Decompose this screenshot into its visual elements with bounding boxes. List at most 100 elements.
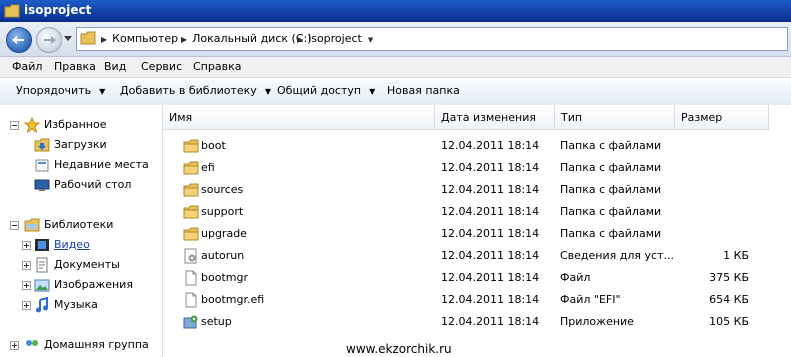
file-type: Папка с файлами [560, 205, 662, 218]
column-header-size[interactable]: Размер [675, 105, 769, 130]
add-to-library-button[interactable]: Добавить в библиотеку ▼ [120, 84, 271, 97]
watermark-text: www.ekzorchik.ru [346, 342, 452, 356]
menu-edit[interactable]: Правка [54, 60, 96, 73]
desktop-icon [34, 179, 50, 191]
file-date: 12.04.2011 18:14 [441, 249, 540, 262]
chevron-down-icon: ▼ [99, 87, 106, 96]
arrow-left-icon [12, 36, 24, 44]
file-date: 12.04.2011 18:14 [441, 293, 540, 306]
navigation-pane: Избранное Загрузки Недавние места Рабочи… [0, 105, 163, 357]
file-row[interactable]: bootmgr 12.04.2011 18:14 Файл 375 КБ [163, 267, 791, 289]
star-icon [24, 117, 40, 133]
file-type: Папка с файлами [560, 183, 662, 196]
homegroup-icon [26, 340, 38, 346]
arrow-right-icon [44, 36, 56, 44]
breadcrumb-isoproject[interactable]: ▶ isoproject ▼ [297, 32, 378, 45]
expand-homegroup-toggle[interactable] [10, 341, 19, 350]
file-icon [183, 292, 199, 311]
documents-library-icon [36, 257, 48, 273]
share-with-button[interactable]: Общий доступ ▼ [277, 84, 375, 97]
file-date: 12.04.2011 18:14 [441, 161, 540, 174]
chevron-right-icon: ▶ [297, 35, 304, 44]
file-row[interactable]: efi 12.04.2011 18:14 Папка с файлами [163, 157, 791, 179]
expand-video-toggle[interactable] [22, 241, 31, 250]
column-header-date[interactable]: Дата изменения [435, 105, 555, 130]
file-name: boot [201, 139, 226, 152]
file-row[interactable]: autorun 12.04.2011 18:14 Сведения для уст.… [163, 245, 791, 267]
collapse-favorites-toggle[interactable] [10, 121, 19, 130]
file-row[interactable]: sources 12.04.2011 18:14 Папка с файлами [163, 179, 791, 201]
file-date: 12.04.2011 18:14 [441, 183, 540, 196]
address-input[interactable]: ▶ Компьютер ▶ Локальный диск (C:) ▶ isoproj… [76, 27, 788, 51]
back-button[interactable] [6, 27, 32, 53]
chevron-down-icon: ▼ [367, 36, 374, 44]
pictures-library-icon [34, 279, 50, 292]
menu-bar: Файл Правка Вид Сервис Справка [0, 57, 791, 77]
file-row[interactable]: setup 12.04.2011 18:14 Приложение 105 КБ [163, 311, 791, 333]
video-library-icon [35, 239, 49, 251]
chevron-down-icon: ▼ [369, 87, 376, 96]
file-size: 1 КБ [723, 249, 749, 262]
file-row[interactable]: boot 12.04.2011 18:14 Папка с файлами [163, 135, 791, 157]
column-header-type[interactable]: Тип [555, 105, 675, 130]
file-name: upgrade [201, 227, 247, 240]
file-type: Папка с файлами [560, 161, 662, 174]
file-type: Приложение [560, 315, 634, 328]
chevron-down-icon: ▼ [264, 87, 271, 96]
file-name: bootmgr.efi [201, 293, 265, 306]
folder-icon [183, 138, 199, 157]
title-bar: isoproject [0, 0, 791, 22]
breadcrumb-computer[interactable]: ▶ Компьютер [101, 32, 178, 45]
recent-places-icon [35, 159, 49, 172]
downloads-folder-icon [34, 138, 50, 152]
music-library-icon [36, 297, 48, 313]
setup-icon [183, 314, 199, 333]
chevron-right-icon: ▶ [181, 35, 188, 44]
folder-icon [183, 204, 199, 223]
libraries-icon [24, 218, 40, 232]
file-date: 12.04.2011 18:14 [441, 227, 540, 240]
file-date: 12.04.2011 18:14 [441, 271, 540, 284]
collapse-libraries-toggle[interactable] [10, 221, 19, 230]
file-name: sources [201, 183, 244, 196]
file-row[interactable]: support 12.04.2011 18:14 Папка с файлами [163, 201, 791, 223]
file-type: Папка с файлами [560, 227, 662, 240]
file-size: 105 КБ [709, 315, 749, 328]
file-date: 12.04.2011 18:14 [441, 315, 540, 328]
column-header-name[interactable]: Имя [163, 105, 435, 130]
expand-pictures-toggle[interactable] [22, 281, 31, 290]
history-dropdown-icon[interactable] [64, 36, 72, 42]
file-name: efi [201, 161, 215, 174]
file-name: autorun [201, 249, 245, 262]
expand-music-toggle[interactable] [22, 301, 31, 310]
file-row[interactable]: bootmgr.efi 12.04.2011 18:14 Файл "EFI" 654… [163, 289, 791, 311]
new-folder-button[interactable]: Новая папка [387, 84, 460, 97]
command-bar: Упорядочить ▼ Добавить в библиотеку ▼ Общи… [0, 77, 791, 106]
folder-icon [80, 31, 96, 45]
menu-view[interactable]: Вид [104, 60, 126, 73]
file-date: 12.04.2011 18:14 [441, 139, 540, 152]
file-type: Папка с файлами [560, 139, 662, 152]
file-size: 654 КБ [709, 293, 749, 306]
folder-icon [183, 182, 199, 201]
folder-icon [4, 4, 20, 18]
folder-icon [183, 160, 199, 179]
menu-file[interactable]: Файл [12, 60, 42, 73]
expand-documents-toggle[interactable] [22, 261, 31, 270]
breadcrumb-local-disk[interactable]: ▶ Локальный диск (C:) [181, 32, 312, 45]
menu-help[interactable]: Справка [193, 60, 241, 73]
menu-tools[interactable]: Сервис [141, 60, 182, 73]
file-row[interactable]: upgrade 12.04.2011 18:14 Папка с файлами [163, 223, 791, 245]
file-name: bootmgr [201, 271, 248, 284]
chevron-right-icon: ▶ [101, 35, 108, 44]
file-type: Файл "EFI" [560, 293, 621, 306]
file-name: support [201, 205, 244, 218]
file-type: Файл [560, 271, 591, 284]
address-toolbar: ▶ Компьютер ▶ Локальный диск (C:) ▶ isoproj… [0, 22, 791, 57]
file-list: Имя Дата изменения Тип Размер boot 12.04.… [163, 105, 791, 357]
forward-button[interactable] [36, 27, 62, 53]
file-name: setup [201, 315, 232, 328]
file-icon [183, 270, 199, 289]
window-title: isoproject [24, 3, 92, 17]
organize-button[interactable]: Упорядочить ▼ [16, 84, 105, 97]
